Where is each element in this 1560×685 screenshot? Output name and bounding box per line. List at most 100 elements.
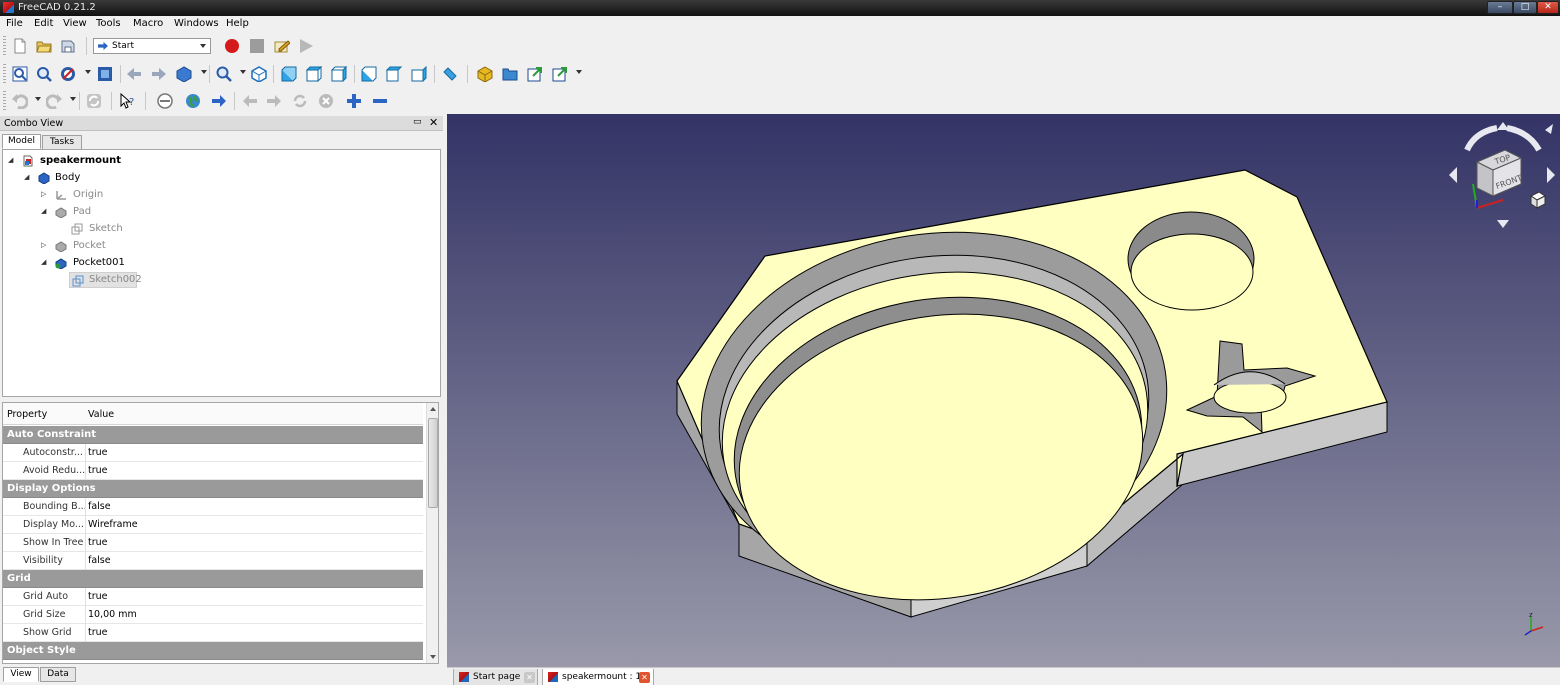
property-row[interactable]: Avoid Redu... true [3, 462, 423, 480]
group-auto-constraint[interactable]: Auto Constraint [3, 426, 423, 444]
menu-windows[interactable]: Windows [174, 18, 219, 29]
web-refresh-icon[interactable] [292, 93, 308, 109]
web-stop-icon[interactable] [318, 93, 334, 109]
new-file-icon[interactable] [12, 38, 28, 54]
close-all-icon[interactable] [157, 93, 173, 109]
refresh-icon[interactable] [86, 93, 102, 109]
close-window-button[interactable]: ✕ [1537, 1, 1559, 14]
property-value[interactable]: true [88, 591, 108, 602]
property-value[interactable]: false [88, 501, 111, 512]
menu-macro[interactable]: Macro [133, 18, 163, 29]
isometric-view-icon[interactable] [251, 66, 267, 82]
property-row[interactable]: Visibility false [3, 552, 423, 570]
expand-arrow-icon[interactable]: ◢ [8, 156, 13, 164]
property-value[interactable]: Wireframe [88, 519, 138, 530]
tab-tasks[interactable]: Tasks [42, 135, 82, 150]
scroll-up-icon[interactable] [430, 407, 436, 411]
tree-item-pocket[interactable]: ▷ Pocket [41, 238, 161, 254]
property-value[interactable]: false [88, 555, 111, 566]
group-grid[interactable]: Grid [3, 570, 423, 588]
3d-viewport[interactable]: TOP FRONT z [447, 114, 1560, 667]
property-value[interactable]: true [88, 627, 108, 638]
expand-arrow-icon[interactable]: ◢ [41, 258, 46, 266]
menu-edit[interactable]: Edit [34, 18, 53, 29]
measure-distance-icon[interactable] [442, 66, 458, 82]
close-tab-icon[interactable]: ✕ [639, 672, 650, 683]
tree-item-origin[interactable]: ▷ Origin [41, 187, 161, 203]
menu-tools[interactable]: Tools [96, 18, 121, 29]
create-part-icon[interactable] [477, 66, 493, 82]
menu-help[interactable]: Help [226, 18, 249, 29]
value-column-header[interactable]: Value [88, 409, 114, 420]
create-link-icon[interactable] [527, 66, 543, 82]
property-scrollbar[interactable] [426, 403, 438, 663]
top-view-icon[interactable] [306, 66, 322, 82]
web-globe-icon[interactable] [185, 93, 201, 109]
group-display-options[interactable]: Display Options [3, 480, 423, 498]
navigation-cube[interactable]: TOP FRONT [1447, 120, 1557, 230]
minimize-button[interactable]: – [1487, 1, 1513, 14]
tree-item-sketch002[interactable]: Sketch002 [69, 272, 142, 288]
property-column-header[interactable]: Property [7, 409, 47, 420]
macro-select[interactable]: Start [93, 38, 211, 54]
close-icon[interactable]: ✕ [429, 116, 438, 129]
tree-item-speakermount[interactable]: ◢ speakermount [8, 153, 148, 169]
undo-icon[interactable] [12, 93, 28, 109]
tab-start-page[interactable]: Start page ✕ [453, 669, 538, 685]
fit-selection-icon[interactable] [36, 66, 52, 82]
chevron-down-icon[interactable] [201, 70, 207, 74]
group-object-style[interactable]: Object Style [3, 642, 423, 660]
open-file-icon[interactable] [36, 38, 52, 54]
front-view-icon[interactable] [281, 66, 297, 82]
tab-model[interactable]: Model [2, 134, 41, 149]
property-value[interactable]: true [88, 465, 108, 476]
property-value[interactable]: true [88, 447, 108, 458]
property-row[interactable]: Autoconstr... true [3, 444, 423, 462]
scrollbar-thumb[interactable] [428, 418, 438, 508]
bottom-view-icon[interactable] [386, 66, 402, 82]
collapse-arrow-icon[interactable]: ▷ [41, 190, 46, 198]
property-row[interactable]: Grid Size 10,00 mm [3, 606, 423, 624]
collapse-arrow-icon[interactable]: ▷ [41, 241, 46, 249]
tree-item-pad[interactable]: ◢ Pad [41, 204, 161, 220]
view-forward-icon[interactable] [151, 66, 167, 82]
bounding-box-icon[interactable] [97, 66, 113, 82]
create-group-icon[interactable] [502, 66, 518, 82]
chevron-down-icon[interactable] [70, 97, 76, 101]
right-view-icon[interactable] [331, 66, 347, 82]
zoom-out-minus-icon[interactable] [372, 93, 388, 109]
rear-view-icon[interactable] [361, 66, 377, 82]
property-value[interactable]: 10,00 mm [88, 609, 137, 620]
web-back-icon[interactable] [242, 93, 258, 109]
web-forward-icon[interactable] [266, 93, 282, 109]
property-value[interactable]: true [88, 537, 108, 548]
scroll-down-icon[interactable] [430, 655, 436, 659]
toolbar-grip[interactable] [3, 91, 6, 111]
execute-macro-icon[interactable] [298, 38, 314, 54]
zoom-icon[interactable] [216, 66, 232, 82]
chevron-down-icon[interactable] [85, 70, 91, 74]
property-row[interactable]: Display Mo... Wireframe [3, 516, 423, 534]
navigate-arrow-icon[interactable] [211, 93, 227, 109]
property-row[interactable]: Grid Auto true [3, 588, 423, 606]
whats-this-icon[interactable]: ? [120, 93, 136, 109]
property-row[interactable]: Show In Tree true [3, 534, 423, 552]
maximize-button[interactable]: □ [1513, 1, 1537, 14]
toolbar-grip[interactable] [3, 36, 6, 56]
record-macro-icon[interactable] [224, 38, 240, 54]
close-tab-icon[interactable]: ✕ [524, 672, 535, 683]
redo-icon[interactable] [46, 93, 62, 109]
property-row[interactable]: Bounding B... false [3, 498, 423, 516]
save-file-icon[interactable] [60, 38, 76, 54]
property-row[interactable]: Show Grid true [3, 624, 423, 642]
undock-icon[interactable]: ▭ [413, 117, 422, 127]
chevron-down-icon[interactable] [240, 70, 246, 74]
stop-macro-icon[interactable] [249, 38, 265, 54]
draw-style-icon[interactable] [60, 66, 76, 82]
tab-view[interactable]: View [3, 667, 39, 682]
chevron-down-icon[interactable] [576, 70, 582, 74]
tree-item-sketch[interactable]: Sketch [71, 221, 191, 237]
expand-arrow-icon[interactable]: ◢ [24, 173, 29, 181]
chevron-down-icon[interactable] [35, 97, 41, 101]
tab-speakermount[interactable]: speakermount : 1 ✕ [542, 669, 654, 685]
